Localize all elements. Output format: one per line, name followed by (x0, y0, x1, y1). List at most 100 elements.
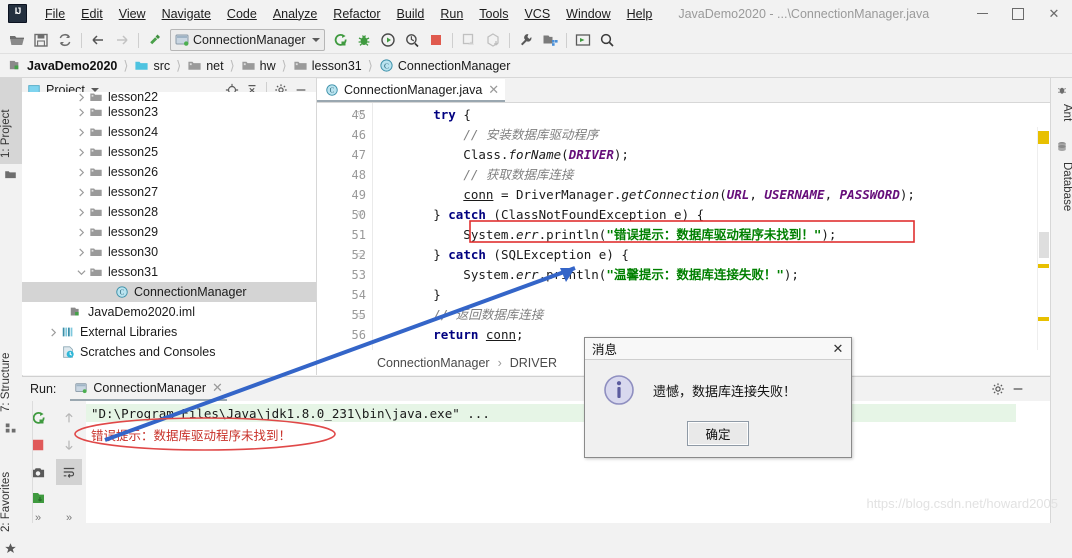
breadcrumb-item-connectionmanager[interactable]: C ConnectionManager (379, 58, 510, 73)
tree-row-lesson27[interactable]: lesson27 (22, 182, 316, 202)
chevron-down-icon[interactable] (74, 265, 88, 279)
tree-row-javademo2020-iml[interactable]: JavaDemo2020.iml (22, 302, 316, 322)
menu-vcs[interactable]: VCS (516, 4, 558, 24)
sidebar-item-structure[interactable]: 7: Structure (0, 326, 22, 418)
tree-row-scratches-and-consoles[interactable]: Scratches and Consoles (22, 342, 316, 362)
breadcrumb-item-lesson31[interactable]: lesson31 (293, 58, 362, 73)
fold-marker-icon[interactable]: ▽ (355, 209, 366, 220)
menu-refactor[interactable]: Refactor (325, 4, 388, 24)
marker-gutter[interactable] (1037, 127, 1050, 375)
soft-wrap-icon[interactable] (56, 459, 82, 485)
menu-navigate[interactable]: Navigate (154, 4, 219, 24)
warning-marker[interactable] (1038, 131, 1049, 144)
search-everywhere-icon[interactable] (595, 29, 619, 51)
run-with-coverage-icon[interactable] (376, 29, 400, 51)
stop-icon[interactable] (424, 29, 448, 51)
run-tab-connectionmanager[interactable]: ConnectionManager ✕ (70, 377, 227, 401)
menu-build[interactable]: Build (389, 4, 433, 24)
chevron-right-icon[interactable] (74, 245, 88, 259)
back-arrow-icon[interactable] (86, 29, 110, 51)
tree-row-lesson24[interactable]: lesson24 (22, 122, 316, 142)
expand-more-2-icon[interactable]: » (56, 505, 82, 531)
chevron-right-icon[interactable] (74, 92, 88, 102)
chevron-right-icon[interactable] (74, 165, 88, 179)
message-dialog[interactable]: 消息 ✕ 遗憾，数据库连接失败！ 确定 (584, 337, 852, 458)
profile-icon[interactable] (400, 29, 424, 51)
settings-wrench-icon[interactable] (514, 29, 538, 51)
tree-row-partial[interactable]: lesson22 (22, 92, 316, 102)
menu-help[interactable]: Help (619, 4, 661, 24)
tree-row-connectionmanager[interactable]: C ConnectionManager (22, 282, 316, 302)
sidebar-item-ant[interactable]: Ant (1051, 100, 1072, 134)
chevron-right-icon[interactable] (74, 105, 88, 119)
screenshot-icon[interactable] (25, 459, 51, 485)
scroll-up-icon[interactable] (56, 405, 82, 431)
breadcrumb-item-net[interactable]: net (187, 58, 224, 73)
tree-row-lesson30[interactable]: lesson30 (22, 242, 316, 262)
run-configuration-selector[interactable]: ConnectionManager (170, 29, 325, 51)
chevron-down-icon[interactable] (90, 87, 99, 92)
menu-edit[interactable]: Edit (73, 4, 111, 24)
sync-icon[interactable] (53, 29, 77, 51)
hide-panel-icon[interactable] (1008, 379, 1028, 399)
rerun-icon[interactable] (25, 405, 51, 431)
chevron-right-icon[interactable] (74, 225, 88, 239)
menu-view[interactable]: View (111, 4, 154, 24)
warning-marker[interactable] (1038, 264, 1049, 268)
save-all-icon[interactable] (29, 29, 53, 51)
close-icon[interactable]: ✕ (829, 340, 847, 358)
scroll-down-icon[interactable] (56, 432, 82, 458)
chevron-right-icon[interactable] (74, 125, 88, 139)
tree-row-lesson26[interactable]: lesson26 (22, 162, 316, 182)
gear-icon[interactable] (988, 379, 1008, 399)
status-crumb-field[interactable]: DRIVER (510, 356, 557, 370)
tree-row-lesson28[interactable]: lesson28 (22, 202, 316, 222)
code-area[interactable]: 45 46 47 48 49 50 51 52 53 54 55 56 ▽ ▽ … (317, 103, 1050, 375)
breadcrumb-item-hw[interactable]: hw (241, 58, 276, 73)
tree-row-external-libraries[interactable]: External Libraries (22, 322, 316, 342)
debug-icon[interactable] (352, 29, 376, 51)
chevron-right-icon[interactable] (74, 205, 88, 219)
menu-tools[interactable]: Tools (471, 4, 516, 24)
tree-row-lesson29[interactable]: lesson29 (22, 222, 316, 242)
sidebar-item-database[interactable]: Database (1051, 158, 1072, 228)
close-button[interactable]: ✕ (1036, 0, 1072, 27)
menu-window[interactable]: Window (558, 4, 618, 24)
forward-arrow-icon[interactable] (110, 29, 134, 51)
commit-icon[interactable] (481, 29, 505, 51)
sidebar-item-favorites[interactable]: 2: Favorites (0, 438, 22, 538)
maximize-button[interactable] (1000, 0, 1036, 27)
close-icon[interactable]: ✕ (212, 381, 223, 394)
stop-icon[interactable] (25, 432, 51, 458)
run-icon[interactable] (328, 29, 352, 51)
fold-marker-icon[interactable]: ▭ (355, 249, 366, 260)
fold-marker-icon[interactable]: ▽ (355, 109, 366, 120)
menu-file[interactable]: File (37, 4, 73, 24)
build-hammer-icon[interactable] (143, 29, 167, 51)
expand-more-icon[interactable]: » (25, 505, 51, 531)
status-crumb-class[interactable]: ConnectionManager (377, 356, 490, 370)
breadcrumb-item-src[interactable]: src (134, 58, 170, 73)
open-folder-icon[interactable] (5, 29, 29, 51)
tree-row-lesson31[interactable]: lesson31 (22, 262, 316, 282)
menu-code[interactable]: Code (219, 4, 265, 24)
tab-connectionmanager-java[interactable]: C ConnectionManager.java ✕ (317, 79, 506, 102)
breadcrumb-item-javademo2020[interactable]: JavaDemo2020 (8, 58, 117, 73)
warning-marker[interactable] (1038, 317, 1049, 321)
menu-run[interactable]: Run (432, 4, 471, 24)
tree-row-lesson23[interactable]: lesson23 (22, 102, 316, 122)
fold-marker-icon[interactable]: ▭ (355, 309, 366, 320)
code-text[interactable]: try { // 安装数据库驱动程序 Class.forName(DRIVER)… (373, 103, 1050, 375)
ok-button[interactable]: 确定 (687, 421, 749, 446)
menu-analyze[interactable]: Analyze (265, 4, 325, 24)
project-structure-icon[interactable] (538, 29, 562, 51)
sidebar-item-project[interactable]: 1: Project (0, 78, 22, 164)
chevron-right-icon[interactable] (46, 325, 60, 339)
tree-row-lesson25[interactable]: lesson25 (22, 142, 316, 162)
select-in-icon[interactable] (571, 29, 595, 51)
chevron-right-icon[interactable] (74, 145, 88, 159)
update-project-icon[interactable] (457, 29, 481, 51)
minimize-button[interactable] (964, 0, 1000, 27)
scroll-thumb[interactable] (1039, 232, 1049, 258)
close-icon[interactable]: ✕ (488, 83, 499, 96)
